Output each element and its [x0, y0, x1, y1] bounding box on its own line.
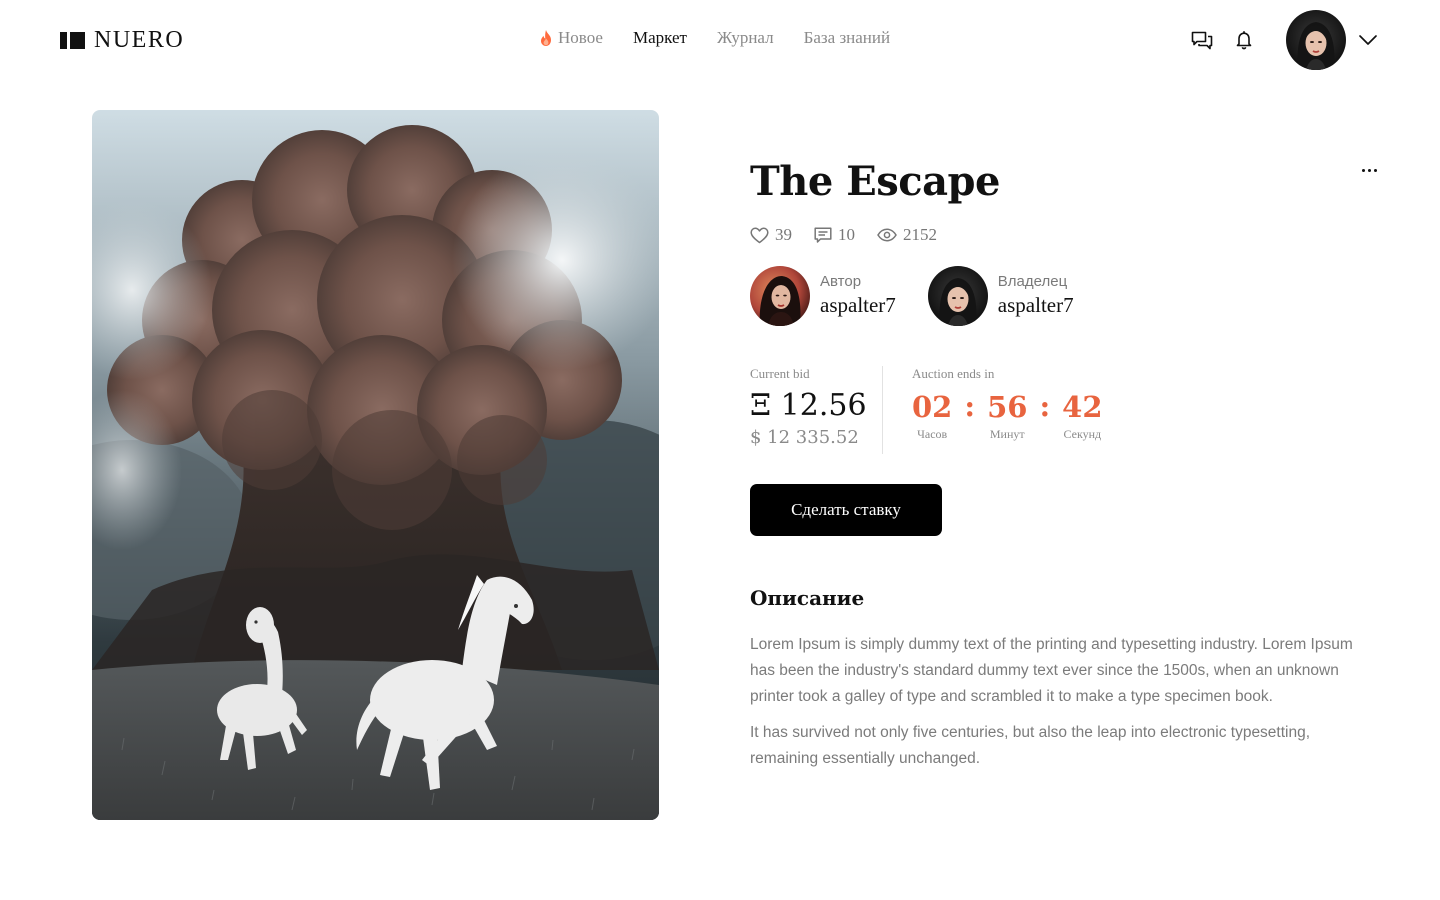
comments-count: 10: [838, 225, 855, 244]
description-paragraph: Lorem Ipsum is simply dummy text of the …: [750, 636, 1353, 705]
nav-item-label: База знаний: [803, 28, 891, 47]
nav-item-new[interactable]: Новое: [538, 28, 603, 48]
bell-icon[interactable]: [1232, 28, 1256, 52]
views-count: 2152: [903, 225, 937, 244]
item-stats: 39 10 2152: [750, 225, 937, 245]
owner[interactable]: Владелец aspalter7: [927, 266, 1074, 326]
nav-item-knowledge-base[interactable]: База знаний: [804, 28, 890, 48]
comment-icon: [814, 226, 832, 244]
owner-role: Владелец: [997, 273, 1068, 290]
minutes-label: Минут: [989, 427, 1025, 441]
countdown: 02 Часов : 56 Минут : 42 Секунд: [912, 388, 1103, 442]
more-options-icon[interactable]: [1356, 160, 1382, 180]
nav-item-label: Журнал: [716, 28, 774, 47]
divider: [882, 366, 883, 454]
auction-label: Auction ends in: [912, 366, 995, 381]
current-bid-usd: $ 12 335.52: [750, 427, 859, 448]
current-bid-eth: Ξ 12.56: [750, 388, 867, 423]
author-role: Автор: [820, 273, 862, 290]
people-row: Автор aspalter7 Владелец aspalter7: [750, 266, 1074, 326]
eye-icon: [877, 228, 897, 242]
nav-item-label: Маркет: [632, 28, 687, 47]
owner-avatar: [927, 266, 988, 326]
place-bid-button[interactable]: Сделать ставку: [750, 484, 942, 536]
views-stat: 2152: [877, 225, 937, 245]
likes-stat[interactable]: 39: [750, 225, 792, 245]
nav-item-journal[interactable]: Журнал: [717, 28, 774, 48]
current-bid: Current bid Ξ 12.56 $ 12 335.52: [750, 366, 867, 448]
current-bid-label: Current bid: [750, 366, 810, 381]
timer-seconds: 42 Секунд: [1062, 388, 1102, 442]
artwork-image: [92, 110, 659, 820]
header-actions: [1190, 10, 1380, 70]
item-title: The Escape: [750, 158, 1000, 205]
minutes-value: 56: [987, 390, 1028, 424]
hours-label: Часов: [917, 427, 948, 441]
hours-value: 02: [912, 390, 953, 424]
flame-icon: [538, 29, 554, 47]
author-avatar: [750, 266, 810, 326]
seconds-label: Секунд: [1063, 427, 1102, 441]
nav-item-label: Новое: [558, 28, 603, 47]
chevron-down-icon[interactable]: [1356, 28, 1380, 52]
nav-item-market[interactable]: Маркет: [633, 28, 687, 48]
timer-separator: :: [1039, 389, 1051, 423]
timer-hours: 02 Часов: [912, 388, 952, 442]
user-avatar[interactable]: [1286, 10, 1346, 70]
auction-timer: Auction ends in 02 Часов : 56 Минут : 42…: [912, 366, 1103, 442]
likes-count: 39: [775, 225, 792, 244]
author-name[interactable]: aspalter7: [820, 291, 896, 319]
description-body: Lorem Ipsum is simply dummy text of the …: [750, 632, 1370, 772]
main-nav: Новое Маркет Журнал База знаний: [538, 28, 890, 48]
comments-stat[interactable]: 10: [814, 225, 855, 245]
description-paragraph: It has survived not only five centuries,…: [750, 724, 1311, 767]
chat-icon[interactable]: [1190, 28, 1214, 52]
top-header: NUERO Новое Маркет Журнал База знаний: [0, 0, 1440, 80]
logo-mark-icon: [60, 31, 85, 49]
description-title: Описание: [750, 586, 865, 610]
author[interactable]: Автор aspalter7: [750, 266, 896, 326]
seconds-value: 42: [1062, 390, 1103, 424]
timer-separator: :: [964, 389, 976, 423]
heart-icon: [750, 227, 769, 244]
owner-name[interactable]: aspalter7: [998, 291, 1074, 319]
logo[interactable]: NUERO: [60, 26, 184, 54]
timer-minutes: 56 Минут: [987, 388, 1027, 442]
logo-text: NUERO: [94, 26, 185, 53]
